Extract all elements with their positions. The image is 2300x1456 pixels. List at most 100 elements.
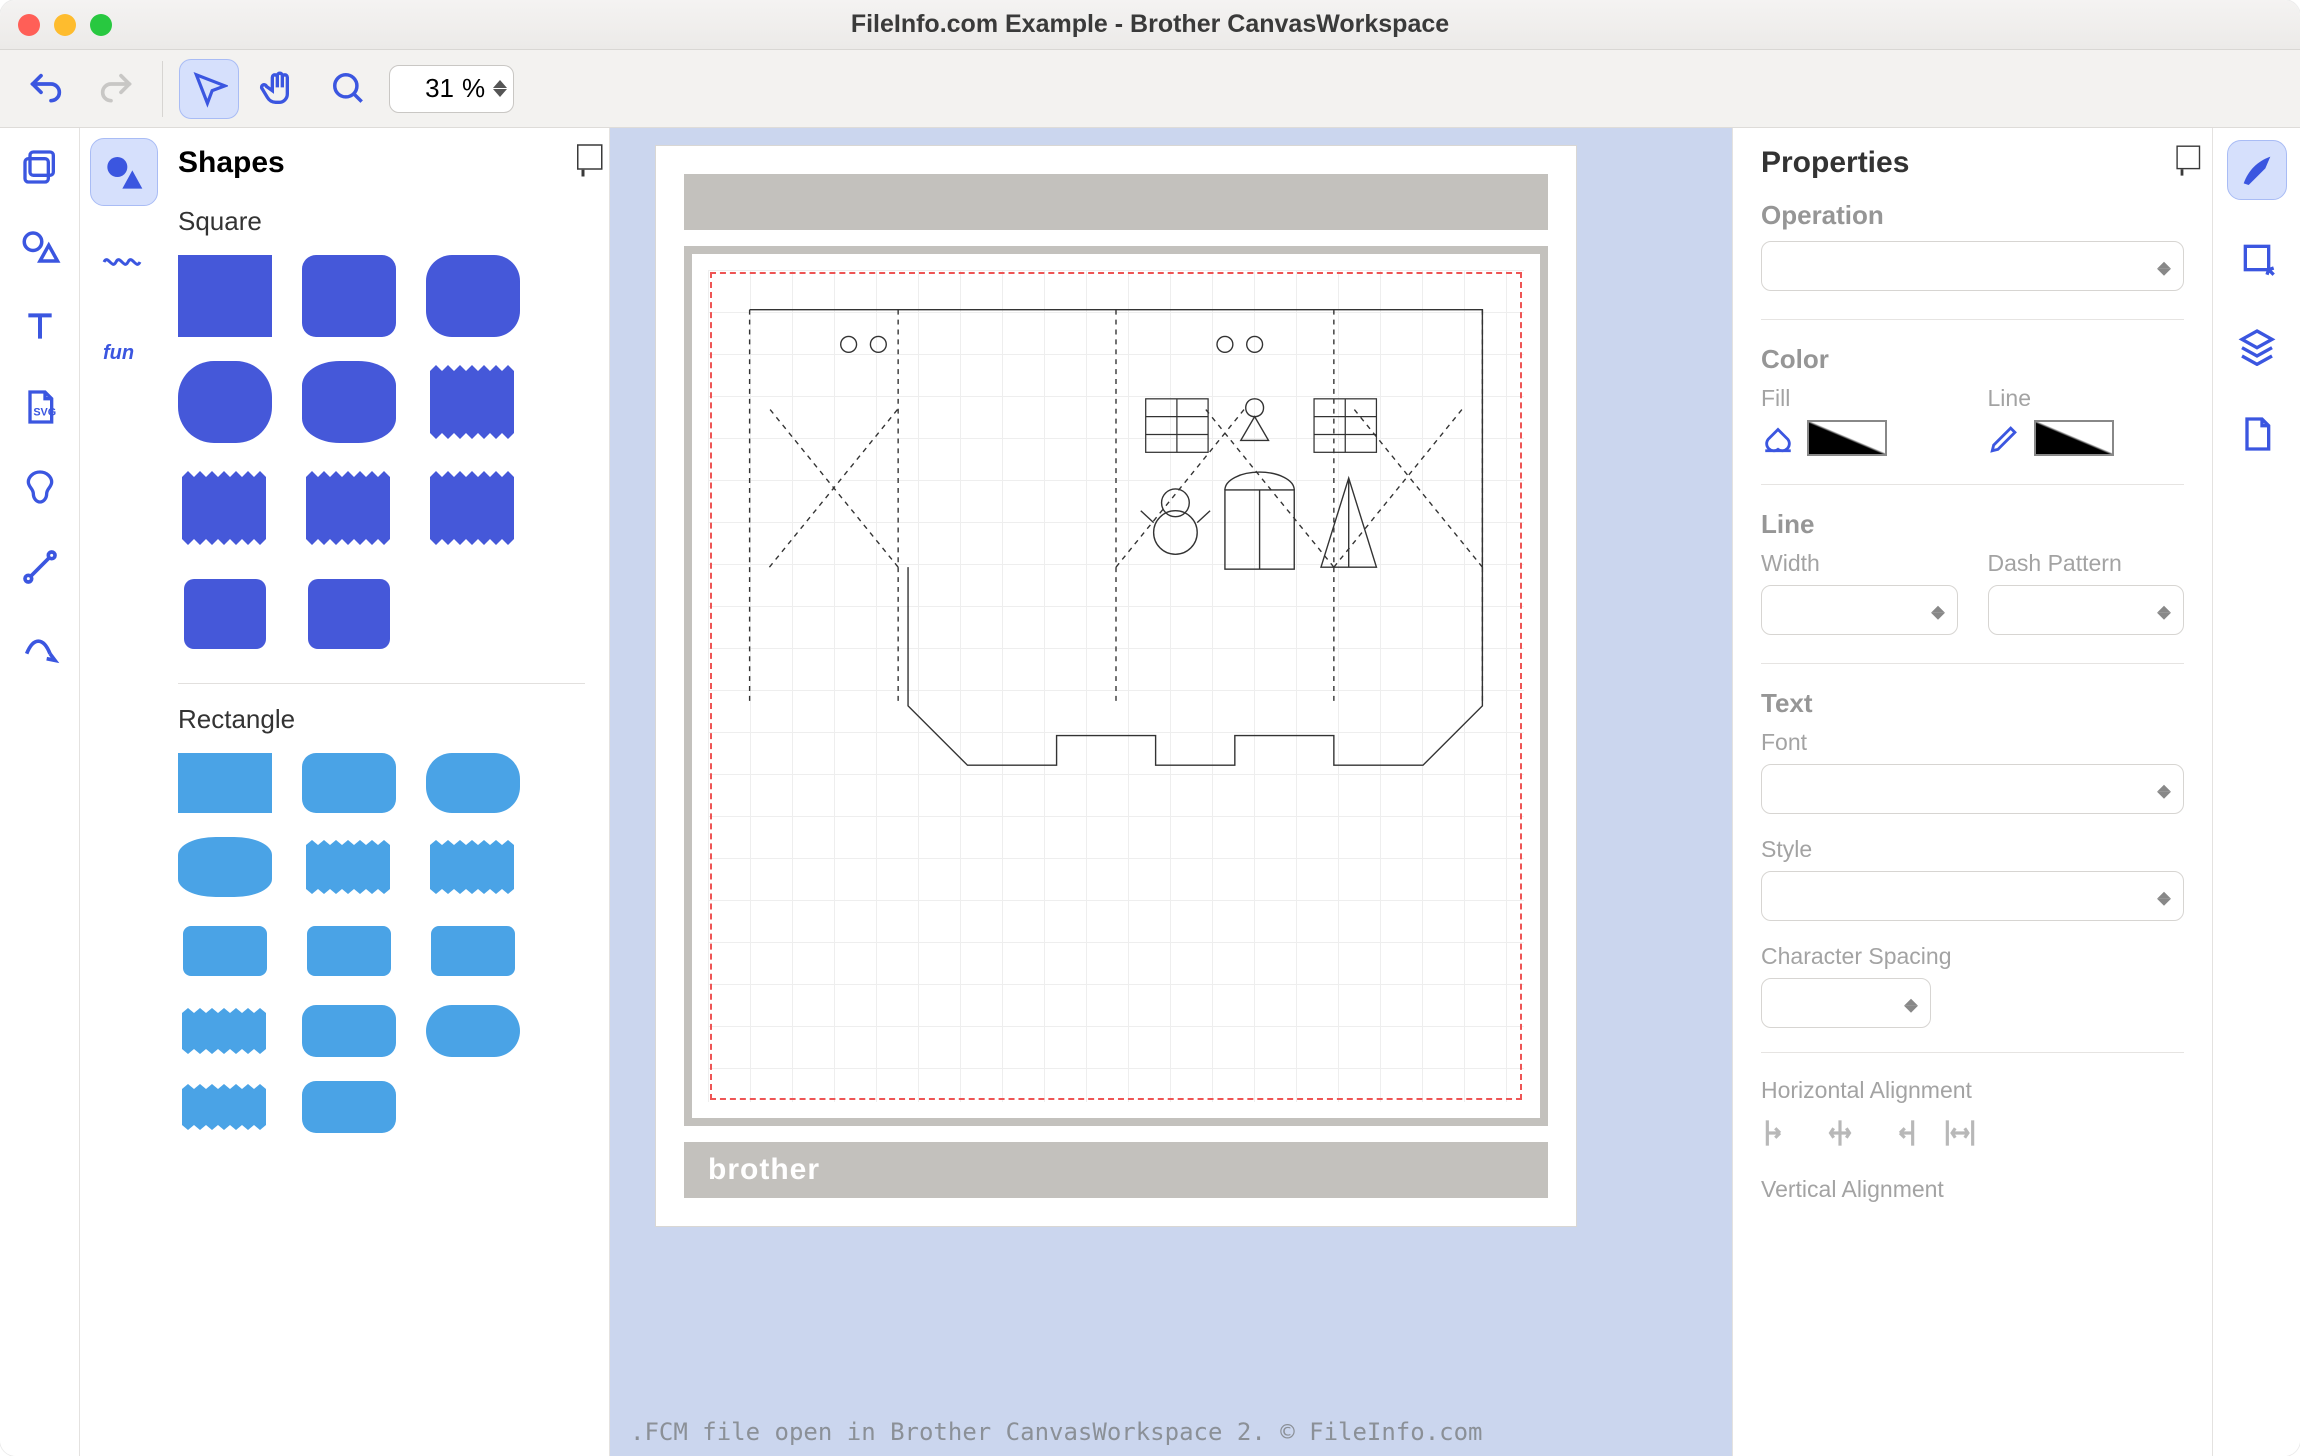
operation-label: Operation [1761, 200, 2184, 231]
window-title: FileInfo.com Example - Brother CanvasWor… [0, 10, 2300, 39]
svg-text:fun: fun [103, 342, 134, 364]
pencil-icon[interactable] [1988, 421, 2022, 455]
close-window-icon[interactable] [18, 14, 40, 36]
trace-tool-icon[interactable] [15, 462, 65, 512]
line-width-label: Width [1761, 550, 1958, 577]
shape-square-scallop1[interactable] [178, 573, 272, 655]
category-wavy[interactable] [90, 228, 158, 296]
properties-tab-icon[interactable] [2227, 140, 2287, 200]
undo-button[interactable] [16, 59, 76, 119]
rectangle-shapes-grid [178, 753, 585, 1133]
align-stretch-h-icon[interactable] [1941, 1114, 1979, 1152]
charspace-label: Character Spacing [1761, 943, 2184, 970]
shape-group-square: Square [178, 206, 585, 237]
style-label: Style [1761, 836, 2184, 863]
fill-bucket-icon[interactable] [1761, 421, 1795, 455]
zoom-value: 31 [404, 73, 454, 104]
detach-panel-icon[interactable] [582, 150, 585, 176]
detach-properties-icon[interactable] [2181, 151, 2184, 175]
main-toolbar: 31 % [0, 50, 2300, 128]
canvas-footer: .FCM file open in Brother CanvasWorkspac… [630, 1418, 1483, 1446]
shape-square[interactable] [178, 255, 272, 337]
shape-rect-rounded[interactable] [302, 753, 396, 813]
shape-square-rounded[interactable] [302, 255, 396, 337]
square-shapes-grid [178, 255, 585, 655]
shape-square-stamp1[interactable] [178, 467, 272, 549]
svg-text:SVG: SVG [33, 406, 56, 418]
shape-square-pill[interactable] [178, 361, 272, 443]
right-tool-rail [2212, 128, 2300, 1456]
font-label: Font [1761, 729, 2184, 756]
shape-rect-rounded3[interactable] [302, 1081, 396, 1133]
fill-swatch[interactable] [1807, 420, 1887, 456]
align-center-h-icon[interactable] [1821, 1114, 1859, 1152]
cutting-mat: brother [656, 146, 1576, 1226]
line-color-label: Line [1988, 385, 2185, 412]
artboards-icon[interactable] [15, 142, 65, 192]
align-left-icon[interactable] [1761, 1114, 1799, 1152]
window-controls [18, 14, 112, 36]
shapes-tool-icon[interactable] [15, 222, 65, 272]
shape-rect-zigzag1[interactable] [302, 837, 396, 897]
fill-label: Fill [1761, 385, 1958, 412]
shape-rect-stamp2[interactable] [178, 1081, 272, 1133]
text-tool-icon[interactable] [15, 302, 65, 352]
document-tab-icon[interactable] [2227, 404, 2287, 464]
align-right-icon[interactable] [1881, 1114, 1919, 1152]
select-tool-button[interactable] [179, 59, 239, 119]
zoom-tool-button[interactable] [319, 59, 379, 119]
halign-buttons [1761, 1114, 2184, 1152]
shape-square-scallop2[interactable] [302, 573, 396, 655]
line-tool-icon[interactable] [15, 542, 65, 592]
canvas-area[interactable]: brother [610, 128, 1732, 1456]
shape-rect-scallop2[interactable] [302, 921, 396, 981]
text-section-label: Text [1761, 688, 2184, 719]
shape-rect-rounded2[interactable] [302, 1005, 396, 1057]
properties-title: Properties [1761, 146, 1909, 180]
operation-select[interactable] [1761, 241, 2184, 291]
shape-square-cushion[interactable] [302, 361, 396, 443]
shape-square-zigzag[interactable] [426, 361, 520, 443]
titlebar: FileInfo.com Example - Brother CanvasWor… [0, 0, 2300, 50]
shapes-panel: fun Shapes Square [80, 128, 610, 1456]
line-section-label: Line [1761, 509, 2184, 540]
shape-rect-pill[interactable] [426, 1005, 520, 1057]
zoom-input[interactable]: 31 % [389, 65, 514, 113]
shape-square-rounder[interactable] [426, 255, 520, 337]
shapes-panel-title: Shapes [178, 146, 285, 180]
style-select[interactable] [1761, 871, 2184, 921]
transform-tab-icon[interactable] [2227, 228, 2287, 288]
shape-rect-scallop1[interactable] [178, 921, 272, 981]
category-fun[interactable]: fun [90, 318, 158, 386]
maximize-window-icon[interactable] [90, 14, 112, 36]
layers-tab-icon[interactable] [2227, 316, 2287, 376]
left-tool-rail: SVG [0, 128, 80, 1456]
category-basic-shapes[interactable] [90, 138, 158, 206]
svg-import-icon[interactable]: SVG [15, 382, 65, 432]
shape-rect-zigzag2[interactable] [426, 837, 520, 897]
zoom-unit: % [462, 73, 485, 104]
redo-button[interactable] [86, 59, 146, 119]
shape-square-stamp2[interactable] [302, 467, 396, 549]
font-select[interactable] [1761, 764, 2184, 814]
shape-rect[interactable] [178, 753, 272, 813]
shape-square-stamp3[interactable] [426, 467, 520, 549]
dash-pattern-label: Dash Pattern [1988, 550, 2185, 577]
line-swatch[interactable] [2034, 420, 2114, 456]
shape-rect-scallop3[interactable] [426, 921, 520, 981]
properties-panel: Properties Operation Color Fill [1732, 128, 2212, 1456]
halign-label: Horizontal Alignment [1761, 1077, 2184, 1104]
line-width-select[interactable] [1761, 585, 1958, 635]
zoom-stepper[interactable] [493, 80, 507, 97]
mat-brand: brother [708, 1153, 820, 1187]
design-artwork[interactable] [710, 272, 1522, 1100]
shape-rect-rounder[interactable] [426, 753, 520, 813]
minimize-window-icon[interactable] [54, 14, 76, 36]
dash-pattern-select[interactable] [1988, 585, 2185, 635]
shape-rect-stamp1[interactable] [178, 1005, 272, 1057]
color-label: Color [1761, 344, 2184, 375]
charspace-input[interactable] [1761, 978, 1931, 1028]
path-tool-icon[interactable] [15, 622, 65, 672]
pan-tool-button[interactable] [249, 59, 309, 119]
shape-rect-cushion[interactable] [178, 837, 272, 897]
